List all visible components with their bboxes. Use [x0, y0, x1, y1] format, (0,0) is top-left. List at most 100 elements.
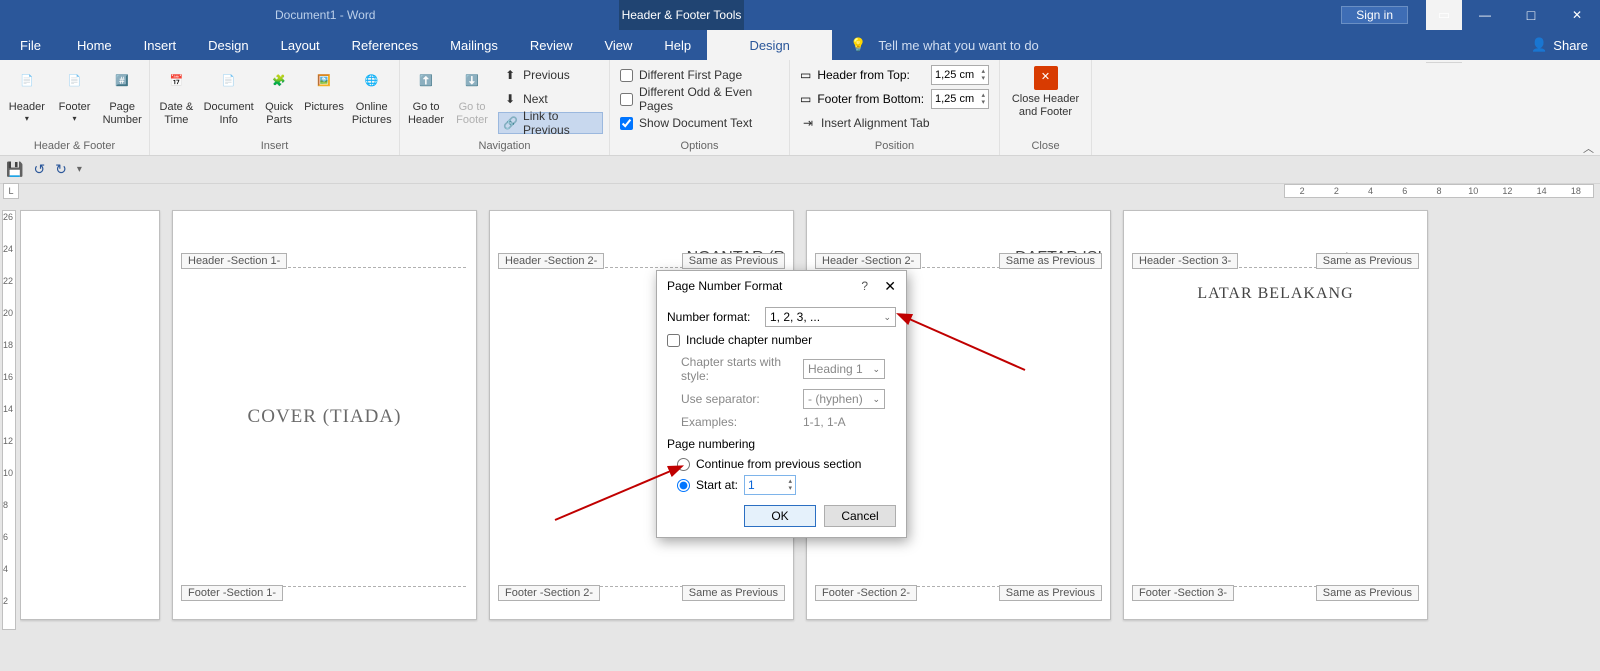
tab-references[interactable]: References: [336, 30, 434, 60]
vertical-ruler[interactable]: 26 24 22 20 18 16 14 12 10 8 6 4 2: [0, 200, 20, 671]
include-chapter-number-label: Include chapter number: [686, 333, 812, 347]
include-chapter-number-checkbox[interactable]: Include chapter number: [667, 333, 896, 347]
footer-from-bottom-input[interactable]: 1,25 cm▴▾: [931, 89, 989, 109]
tab-design[interactable]: Design: [192, 30, 264, 60]
footer-button[interactable]: 📄Footer▾: [54, 64, 96, 124]
header-tag: Header -Section 2-: [815, 253, 921, 269]
minimize-icon[interactable]: [1462, 0, 1508, 30]
header-tag: Header -Section 2-: [498, 253, 604, 269]
next-label: Next: [523, 92, 548, 106]
start-at-value: 1: [748, 478, 755, 492]
footer-from-bottom-label: Footer from Bottom:: [817, 92, 925, 106]
tell-me-placeholder: Tell me what you want to do: [878, 38, 1038, 53]
different-first-page-checkbox[interactable]: Different First Page: [616, 64, 783, 86]
close-window-icon[interactable]: [1554, 0, 1600, 30]
show-document-text-checkbox[interactable]: Show Document Text: [616, 112, 783, 134]
examples-label: Examples:: [667, 415, 795, 429]
number-format-dropdown[interactable]: 1, 2, 3, ...⌄: [765, 307, 896, 327]
page-2[interactable]: Header -Section 1- COVER (TIADA) Footer …: [172, 210, 477, 620]
page-number-icon: #️⃣: [106, 66, 138, 98]
redo-icon[interactable]: ↻: [55, 161, 67, 178]
quick-parts-label: Quick Parts: [261, 101, 298, 127]
next-icon: ⬇: [502, 91, 518, 107]
previous-button[interactable]: ⬆Previous: [498, 64, 603, 86]
close-header-footer-label: Close Header and Footer: [1006, 93, 1085, 119]
tab-mailings[interactable]: Mailings: [434, 30, 514, 60]
same-as-previous-tag: Same as Previous: [999, 585, 1102, 601]
group-header-footer: Header & Footer: [6, 138, 143, 155]
same-as-previous-tag: Same as Previous: [682, 585, 785, 601]
date-time-button[interactable]: 📅 Date & Time: [156, 64, 197, 127]
link-to-previous-button[interactable]: 🔗Link to Previous: [498, 112, 603, 134]
previous-icon: ⬆: [502, 67, 518, 83]
share-icon: 👤: [1531, 37, 1547, 53]
maximize-icon[interactable]: [1508, 0, 1554, 30]
tab-help[interactable]: Help: [648, 30, 707, 60]
goto-header-button[interactable]: ⬆️Go to Header: [406, 64, 446, 127]
page-1[interactable]: [20, 210, 160, 620]
dialog-close-icon[interactable]: ✕: [884, 278, 896, 295]
goto-footer-icon: ⬇️: [456, 66, 488, 98]
tab-insert[interactable]: Insert: [128, 30, 193, 60]
tab-context-design[interactable]: Design: [707, 30, 832, 60]
page-number-label: Page Number: [101, 101, 143, 127]
tab-selector[interactable]: L: [3, 183, 19, 199]
continue-previous-radio[interactable]: Continue from previous section: [667, 457, 896, 471]
continue-previous-label: Continue from previous section: [696, 457, 861, 471]
close-header-footer-button[interactable]: ✕ Close Header and Footer: [1006, 64, 1085, 119]
sign-in-button[interactable]: Sign in: [1341, 6, 1408, 24]
document-title: Document1 - Word: [275, 8, 375, 22]
quick-parts-button[interactable]: 🧩 Quick Parts: [261, 64, 298, 127]
goto-footer-label: Go to Footer: [452, 101, 492, 127]
tab-file[interactable]: File: [0, 30, 61, 60]
lightbulb-icon: 💡: [850, 37, 866, 53]
document-info-label: Document Info: [203, 101, 255, 127]
calendar-icon: 📅: [160, 66, 192, 98]
document-info-button[interactable]: 📄Document Info: [203, 64, 255, 127]
different-odd-even-checkbox[interactable]: Different Odd & Even Pages: [616, 88, 783, 110]
header-from-top-input[interactable]: 1,25 cm▴▾: [931, 65, 989, 85]
footer-tag: Footer -Section 1-: [181, 585, 283, 601]
undo-icon[interactable]: ↺: [33, 161, 45, 178]
chapter-style-label: Chapter starts with style:: [667, 355, 795, 383]
quick-parts-icon: 🧩: [263, 66, 295, 98]
different-first-page-label: Different First Page: [639, 68, 742, 82]
online-pictures-icon: 🌐: [356, 66, 388, 98]
footer-icon: 📄: [59, 66, 91, 98]
horizontal-ruler[interactable]: 2246810121418: [1284, 184, 1594, 198]
header-tag: Header -Section 1-: [181, 253, 287, 269]
share-button[interactable]: 👤 Share: [1531, 37, 1588, 53]
share-label: Share: [1553, 38, 1588, 53]
save-icon[interactable]: 💾: [6, 161, 23, 178]
insert-alignment-tab-button[interactable]: ⇥Insert Alignment Tab: [796, 112, 993, 134]
next-button[interactable]: ⬇ Next: [498, 88, 603, 110]
header-button[interactable]: 📄Header▾: [6, 64, 48, 124]
separator-dropdown: - (hyphen)⌄: [803, 389, 885, 409]
start-at-input[interactable]: 1▴▾: [744, 475, 796, 495]
pictures-button[interactable]: 🖼️Pictures: [304, 64, 345, 114]
pictures-label: Pictures: [304, 101, 344, 114]
same-as-previous-tag: Same as Previous: [999, 253, 1102, 269]
online-pictures-button[interactable]: 🌐Online Pictures: [350, 64, 393, 127]
tell-me-search[interactable]: 💡 Tell me what you want to do: [850, 37, 1039, 53]
cancel-button[interactable]: Cancel: [824, 505, 896, 527]
tab-home[interactable]: Home: [61, 30, 128, 60]
tab-view[interactable]: View: [588, 30, 648, 60]
goto-footer-button[interactable]: ⬇️ Go to Footer: [452, 64, 492, 127]
number-format-label: Number format:: [667, 310, 757, 324]
alignment-tab-icon: ⇥: [800, 115, 816, 131]
tab-review[interactable]: Review: [514, 30, 589, 60]
header-icon: 📄: [11, 66, 43, 98]
page-number-button[interactable]: #️⃣ Page Number: [101, 64, 143, 127]
dialog-help-icon[interactable]: ?: [861, 279, 868, 293]
tab-layout[interactable]: Layout: [265, 30, 336, 60]
footer-label: Footer: [59, 101, 91, 114]
start-at-radio[interactable]: Start at: 1▴▾: [667, 475, 896, 495]
collapse-ribbon-icon[interactable]: ︿: [1583, 140, 1594, 156]
goto-header-icon: ⬆️: [410, 66, 442, 98]
date-time-label: Date & Time: [156, 101, 197, 127]
footer-from-bottom-row: ▭ Footer from Bottom: 1,25 cm▴▾: [796, 88, 993, 110]
customize-qat-icon[interactable]: ▾: [77, 164, 82, 175]
page-5[interactable]: Header -Section 3- I (BILANG LATAR BELAK…: [1123, 210, 1428, 620]
ok-button[interactable]: OK: [744, 505, 816, 527]
